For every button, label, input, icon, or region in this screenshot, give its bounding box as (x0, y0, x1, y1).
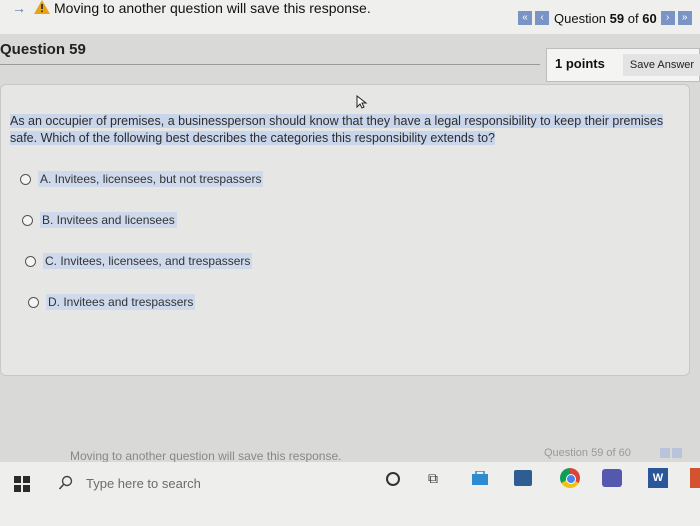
question-text: As an occupier of premises, a businesspe… (10, 113, 680, 147)
top-bar: → Moving to another question will save t… (0, 0, 700, 34)
app-icon[interactable] (690, 468, 700, 488)
radio-button-icon[interactable] (20, 173, 31, 185)
next-question-button[interactable]: › (660, 11, 675, 25)
points-box: 1 points Save Answer (546, 48, 700, 82)
answer-option-a[interactable]: A. Invitees, licensees, but not trespass… (20, 171, 264, 187)
warning-icon (34, 0, 50, 19)
answer-option-label[interactable]: B. Invitees and licensees (40, 212, 177, 228)
last-question-button[interactable]: » (677, 11, 692, 25)
save-warning-text: Moving to another question will save thi… (54, 0, 371, 16)
answer-option-label[interactable]: D. Invitees and trespassers (46, 294, 196, 310)
answer-option-d[interactable]: D. Invitees and trespassers (28, 294, 196, 310)
radio-button-icon[interactable] (28, 296, 39, 308)
first-question-button[interactable]: « (518, 11, 532, 25)
word-icon[interactable]: W (648, 468, 668, 488)
mouse-cursor-icon (356, 94, 368, 114)
prev-question-button[interactable]: ‹ (535, 11, 549, 25)
search-placeholder: Type here to search (86, 476, 201, 491)
cortana-icon[interactable] (386, 472, 400, 486)
search-icon (58, 475, 74, 496)
title-divider (0, 64, 540, 65)
footer-navigation (658, 448, 682, 458)
question-counter: Question 59 of 60 (554, 10, 657, 26)
question-title: Question 59 (0, 41, 86, 58)
footer-save-warning: Moving to another question will save thi… (70, 449, 342, 463)
store-icon[interactable] (472, 470, 488, 485)
windows-start-icon[interactable] (14, 476, 30, 492)
footer-question-counter: Question 59 of 60 (544, 447, 631, 459)
answer-option-b[interactable]: B. Invitees and licensees (22, 212, 177, 228)
answer-option-label[interactable]: A. Invitees, licensees, but not trespass… (38, 171, 264, 187)
points-label: 1 points (555, 56, 605, 71)
footer-next-button[interactable] (672, 448, 682, 458)
answer-option-label[interactable]: C. Invitees, licensees, and trespassers (43, 253, 253, 269)
save-answer-button[interactable]: Save Answer (623, 54, 700, 76)
windows-taskbar: Type here to search ⧉ W (0, 462, 700, 526)
footer-prev-button[interactable] (660, 448, 670, 458)
chrome-icon[interactable] (560, 468, 580, 488)
radio-button-icon[interactable] (25, 255, 36, 267)
teams-icon[interactable] (602, 469, 622, 487)
answer-option-c[interactable]: C. Invitees, licensees, and trespassers (25, 253, 253, 269)
task-view-icon[interactable]: ⧉ (428, 471, 438, 487)
question-text-content: As an occupier of premises, a businesspe… (10, 114, 664, 145)
radio-button-icon[interactable] (22, 214, 33, 226)
mail-icon[interactable] (514, 470, 532, 486)
back-arrow-icon: → (12, 0, 26, 16)
question-navigation: « ‹ Question 59 of 60 › » (518, 9, 695, 27)
taskbar-search-box[interactable]: Type here to search (46, 468, 364, 498)
